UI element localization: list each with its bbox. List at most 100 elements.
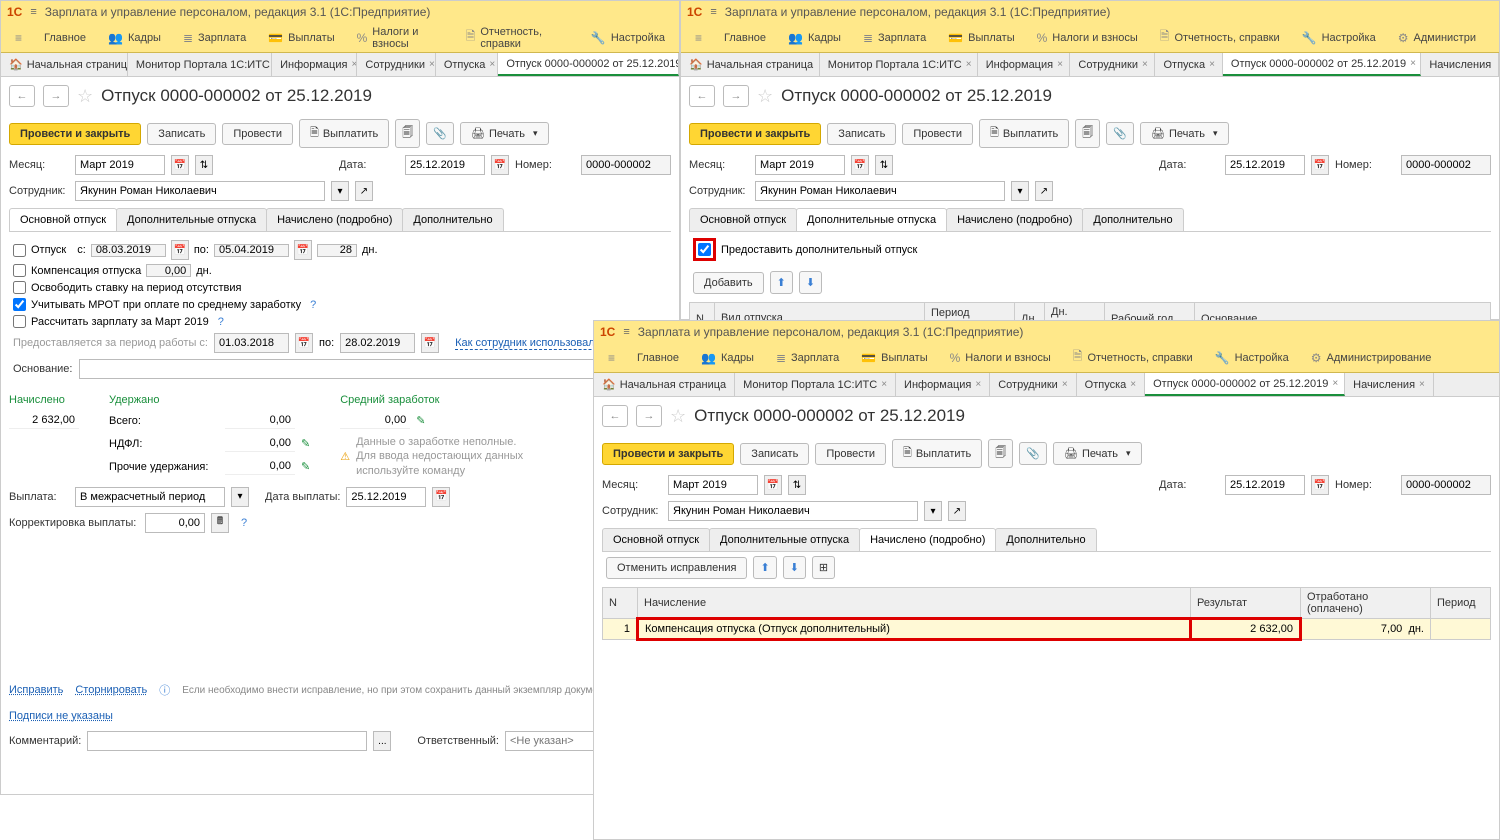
calendar-icon[interactable]: 📅 [295,333,313,353]
date-input[interactable] [1225,475,1305,495]
nav-fwd[interactable]: → [636,405,662,427]
signs-link[interactable]: Подписи не указаны [9,710,113,722]
menu-taxes[interactable]: %Налоги и взносы [940,347,1061,369]
month-input[interactable] [668,475,758,495]
subtab-accrued[interactable]: Начислено (подробно) [946,208,1083,231]
menu-main[interactable]: Главное [714,28,776,48]
add-button[interactable]: Добавить [693,272,764,294]
undo-corrections-button[interactable]: Отменить исправления [606,557,747,579]
date-to[interactable] [214,244,289,257]
stepper-button[interactable]: ⇅ [195,155,213,175]
write-button[interactable]: Записать [827,123,896,145]
date-from[interactable] [91,244,166,257]
menu-settings[interactable]: 🔧Настройка [581,27,675,49]
tab-doc[interactable]: Отпуск 0000-000002 от 25.12.2019× [1223,53,1421,76]
calendar-icon[interactable]: 📅 [491,155,509,175]
move-down-button[interactable]: ⬇ [799,271,822,294]
comment-input[interactable] [87,731,367,751]
calendar-icon[interactable]: 📅 [421,333,439,353]
calendar-icon[interactable]: 📅 [294,240,312,260]
payout-date[interactable] [346,487,426,507]
give-extra-checkbox[interactable] [698,243,711,256]
nav-back[interactable]: ← [689,85,715,107]
menu-settings[interactable]: 🔧Настройка [1292,27,1386,49]
write-button[interactable]: Записать [740,443,809,465]
recalc-checkbox[interactable] [13,315,26,328]
basis-input[interactable] [79,359,659,379]
star-icon[interactable]: ☆ [670,406,686,427]
date-input[interactable] [1225,155,1305,175]
print-button[interactable]: 🖨Печать [1053,442,1142,465]
month-input[interactable] [755,155,845,175]
subtab-extra[interactable]: Дополнительные отпуска [709,528,860,551]
pay-button[interactable]: 🗎Выплатить [892,439,982,468]
menu-reports[interactable]: 🗎Отчетность, справки [456,22,579,54]
menu-reports[interactable]: 🗎Отчетность, справки [1150,23,1290,52]
move-up-button[interactable]: ⬆ [770,271,793,294]
subtab-main-leave[interactable]: Основной отпуск [689,208,797,231]
tab-home[interactable]: 🏠Начальная страница [681,53,820,76]
days-input[interactable] [317,244,357,257]
menu-staff[interactable]: 👥Кадры [778,27,851,49]
help-icon[interactable]: ? [310,299,316,311]
payout-period[interactable] [75,487,225,507]
help-icon[interactable]: ? [241,517,247,529]
move-up-button[interactable]: ⬆ [753,556,776,579]
menu-payments[interactable]: 💳Выплаты [938,27,1024,49]
menu-salary[interactable]: ≣Зарплата [766,347,849,369]
tab-employees[interactable]: Сотрудники× [990,373,1076,396]
subtab-accrued[interactable]: Начислено (подробно) [266,208,403,231]
tab-leaves[interactable]: Отпуска× [1077,373,1145,396]
tab-accruals[interactable]: Начисления× [1345,373,1434,396]
post-button[interactable]: Провести [222,123,293,145]
subtab-additional[interactable]: Дополнительно [402,208,503,231]
print-button[interactable]: 🖨Печать [460,122,549,145]
subtab-extra[interactable]: Дополнительные отпуска [796,208,947,231]
menu-more[interactable]: ≡ [5,27,32,49]
subtab-main-leave[interactable]: Основной отпуск [9,208,117,231]
dropdown-icon[interactable]: ▾ [231,487,249,507]
tab-leaves[interactable]: Отпуска× [436,53,499,76]
employee-input[interactable] [668,501,918,521]
burger-icon[interactable]: ≡ [30,6,36,18]
settings-button[interactable]: ⊞ [812,556,835,579]
menu-staff[interactable]: 👥Кадры [691,347,764,369]
tab-home[interactable]: 🏠Начальная страница [594,373,735,396]
menu-taxes[interactable]: %Налоги и взносы [1027,27,1148,49]
save-close-button[interactable]: Провести и закрыть [689,123,821,145]
pencil-icon[interactable]: ✎ [416,414,425,427]
calc-icon[interactable]: 🖩 [211,513,229,533]
menu-admin[interactable]: ⚙Администри [1388,27,1486,49]
comp-days[interactable] [146,264,191,277]
leave-checkbox[interactable] [13,244,26,257]
create-based-button[interactable]: 🗐 [988,439,1013,468]
menu-admin[interactable]: ⚙Администрирование [1301,347,1442,369]
open-icon[interactable]: ↗ [355,181,373,201]
menu-settings[interactable]: 🔧Настройка [1205,347,1299,369]
pencil-icon[interactable]: ✎ [301,437,310,450]
employee-input[interactable] [755,181,1005,201]
create-based-button[interactable]: 🗐 [1075,119,1100,148]
calendar-icon[interactable]: 📅 [171,155,189,175]
move-down-button[interactable]: ⬇ [783,556,806,579]
mrot-checkbox[interactable] [13,298,26,311]
nav-fwd[interactable]: → [723,85,749,107]
tab-portal[interactable]: Монитор Портала 1С:ИТС× [128,53,272,76]
storno-link[interactable]: Сторнировать [75,684,147,696]
nav-fwd[interactable]: → [43,85,69,107]
subtab-additional[interactable]: Дополнительно [995,528,1096,551]
expand-icon[interactable]: ... [373,731,391,751]
accrual-result-cell[interactable]: 2 632,00 [1191,619,1301,640]
tab-employees[interactable]: Сотрудники× [1070,53,1155,76]
tab-portal[interactable]: Монитор Портала 1С:ИТС× [820,53,978,76]
attach-button[interactable]: 📎 [1106,122,1134,145]
menu-main[interactable]: Главное [34,28,96,48]
comp-checkbox[interactable] [13,264,26,277]
freerate-checkbox[interactable] [13,281,26,294]
correction-input[interactable] [145,513,205,533]
menu-main[interactable]: Главное [627,348,689,368]
accrual-name-cell[interactable]: Компенсация отпуска (Отпуск дополнительн… [638,619,1191,640]
nav-back[interactable]: ← [9,85,35,107]
subtab-accrued[interactable]: Начислено (подробно) [859,528,996,551]
subtab-additional[interactable]: Дополнительно [1082,208,1183,231]
